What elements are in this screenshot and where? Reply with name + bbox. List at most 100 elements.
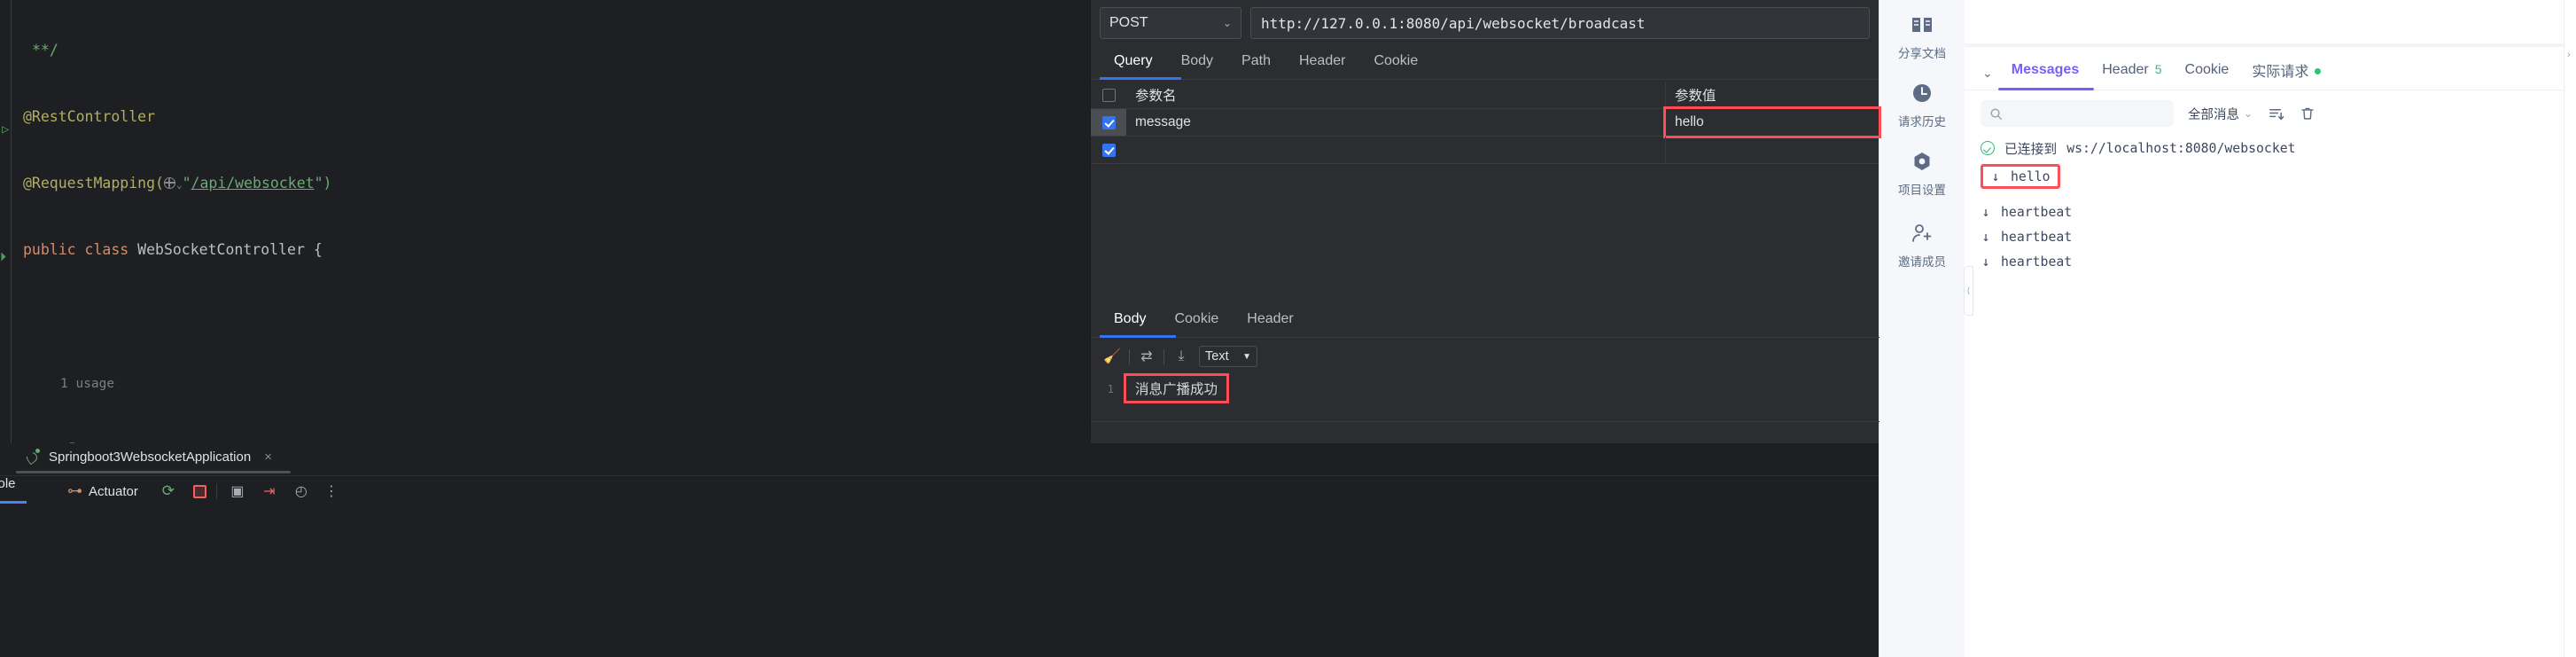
- usage-hint[interactable]: 1 usage: [60, 377, 114, 391]
- column-param-value: 参数值: [1675, 89, 1716, 104]
- table-row[interactable]: [1091, 137, 1879, 164]
- http-method-select[interactable]: POST ⌄: [1100, 7, 1241, 39]
- tab-path[interactable]: Path: [1227, 45, 1285, 79]
- gutter-run-icon-2[interactable]: ⏵: [0, 246, 6, 269]
- request-url-row: POST ⌄ http://127.0.0.1:8080/api/websock…: [1091, 0, 1879, 45]
- message-filter-select[interactable]: 全部消息 ⌄: [2188, 105, 2253, 123]
- tab-header[interactable]: Header: [1285, 45, 1359, 79]
- request-url-input[interactable]: http://127.0.0.1:8080/api/websocket/broa…: [1250, 7, 1870, 39]
- gutter-divider: [11, 0, 12, 443]
- connection-url: ws://localhost:8080/websocket: [2066, 140, 2296, 156]
- run-config-title: Springboot3WebsocketApplication: [49, 449, 252, 465]
- sort-icon[interactable]: [2267, 105, 2284, 122]
- search-icon: [1990, 108, 2002, 120]
- sidebar-item-share-doc[interactable]: 分享文档: [1879, 12, 1965, 61]
- row-checkbox[interactable]: [1101, 115, 1116, 129]
- wrap-lines-icon[interactable]: ⇄: [1136, 347, 1157, 366]
- tab-header[interactable]: Header 5: [2090, 59, 2173, 88]
- panel-collapse-handle[interactable]: ⟨: [1964, 266, 1973, 316]
- response-tab-body[interactable]: Body: [1100, 303, 1160, 337]
- actuator-button[interactable]: ⊶ Actuator: [67, 482, 138, 500]
- code-comment-end: **/: [32, 42, 58, 59]
- tab-cookie[interactable]: Cookie: [2174, 59, 2241, 88]
- table-row[interactable]: message hello: [1091, 106, 1881, 138]
- request-tab-bar: Query Body Path Header Cookie: [1091, 45, 1879, 80]
- tab-messages[interactable]: Messages: [2000, 59, 2091, 88]
- arrow-down-icon: ↓: [1981, 229, 1990, 245]
- right-edge-rail: ›: [2564, 0, 2576, 657]
- sidebar-item-request-history[interactable]: 请求历史: [1879, 81, 1965, 129]
- chevron-right-icon[interactable]: ›: [2567, 50, 2571, 60]
- messages-list: 已连接到 ws://localhost:8080/websocket ↓ hel…: [1965, 132, 2576, 274]
- response-body-toolbar: 🧹 ⇄ ⤓ Text ▼: [1091, 338, 1879, 375]
- save-to-file-icon[interactable]: ⤓: [1171, 347, 1192, 366]
- param-name-cell[interactable]: message: [1126, 109, 1666, 136]
- close-icon[interactable]: ×: [264, 450, 272, 465]
- list-item[interactable]: ↓ heartbeat: [1981, 249, 2560, 274]
- tab-actual-request[interactable]: 实际请求: [2240, 56, 2332, 90]
- select-all-checkbox-cell[interactable]: [1091, 88, 1126, 102]
- clean-icon[interactable]: 🧹: [1101, 347, 1123, 366]
- row-checkbox-cell[interactable]: [1091, 109, 1126, 136]
- tab-underline: [16, 471, 291, 473]
- export-icon[interactable]: ⇥: [259, 481, 280, 501]
- list-item[interactable]: ↓ hello: [1981, 164, 2060, 189]
- sidebar-label-share-doc: 分享文档: [1898, 47, 1946, 60]
- book-icon: [1910, 12, 1934, 37]
- message-text: heartbeat: [2001, 229, 2073, 245]
- check-circle-icon: [1981, 141, 1995, 155]
- tab-body[interactable]: Body: [1167, 45, 1227, 79]
- row-checkbox-cell[interactable]: [1091, 143, 1126, 157]
- profiler-icon[interactable]: ◴: [291, 481, 312, 501]
- response-format-value: Text: [1205, 349, 1229, 364]
- list-item[interactable]: ↓ heartbeat: [1981, 224, 2560, 249]
- response-format-select[interactable]: Text ▼: [1199, 346, 1257, 367]
- response-tab-bar: Body Cookie Header: [1091, 303, 1879, 338]
- console-tab-label[interactable]: sole: [0, 476, 16, 491]
- sidebar-item-project-settings[interactable]: 项目设置: [1879, 149, 1965, 198]
- gutter-run-icon[interactable]: ▷: [2, 119, 9, 141]
- response-body-editor[interactable]: 1 消息广播成功: [1091, 373, 1879, 422]
- more-options-icon[interactable]: ⋮: [321, 481, 342, 501]
- param-name-cell[interactable]: [1126, 137, 1666, 163]
- keyword-public-class: public class: [23, 241, 138, 258]
- clock-icon: [1910, 81, 1934, 106]
- tab-query[interactable]: Query: [1100, 45, 1167, 79]
- spring-boot-icon: [24, 449, 41, 465]
- rerun-icon[interactable]: ⟳: [158, 481, 179, 501]
- response-body-text: 消息广播成功: [1123, 373, 1230, 403]
- trash-icon[interactable]: [2299, 105, 2316, 122]
- query-params-table: 参数名 参数值 message hello: [1091, 82, 1881, 164]
- code-text: **/ @RestController @RequestMapping(⌄"/a…: [23, 0, 844, 443]
- collapse-chevron-icon[interactable]: ⌄: [1981, 66, 2000, 81]
- app-window: ▷ ⏵ **/ @RestController @RequestMapping(…: [0, 0, 2576, 657]
- run-config-tab[interactable]: Springboot3WebsocketApplication ×: [24, 449, 272, 465]
- response-tab-header[interactable]: Header: [1233, 303, 1307, 337]
- response-tab-cookie[interactable]: Cookie: [1160, 303, 1233, 337]
- response-body-line: 1 消息广播成功: [1091, 373, 1879, 403]
- chevron-down-icon[interactable]: ⌄: [176, 179, 183, 191]
- connection-status-row: 已连接到 ws://localhost:8080/websocket: [1981, 136, 2560, 160]
- sidebar-item-invite-member[interactable]: 邀请成员: [1879, 221, 1965, 270]
- sidebar-label-invite-member: 邀请成员: [1898, 255, 1946, 269]
- screenshot-icon[interactable]: ▣: [227, 481, 248, 501]
- arrow-down-icon: ↓: [1981, 254, 1990, 270]
- message-text: heartbeat: [2001, 254, 2073, 270]
- param-value-cell[interactable]: [1666, 137, 1879, 163]
- globe-icon[interactable]: [163, 176, 175, 189]
- tab-cookie[interactable]: Cookie: [1359, 45, 1432, 79]
- row-checkbox[interactable]: [1101, 143, 1116, 157]
- search-input[interactable]: [1981, 100, 2174, 127]
- url-mapping-api-websocket[interactable]: /api/websocket: [191, 175, 315, 192]
- run-tab-bar: Springboot3WebsocketApplication ×: [0, 443, 1879, 476]
- body-divider: [1091, 421, 1879, 422]
- api-client-panel: POST ⌄ http://127.0.0.1:8080/api/websock…: [1090, 0, 1881, 443]
- list-item[interactable]: ↓ heartbeat: [1981, 199, 2560, 224]
- chevron-down-icon: ⌄: [1222, 17, 1232, 29]
- hexagon-settings-icon: [1910, 149, 1934, 174]
- param-value-cell[interactable]: hello: [1663, 106, 1881, 138]
- right-icon-strip: 分享文档 请求历史 项目设置 邀请成员: [1879, 0, 1965, 657]
- response-tab-indicator: [1100, 335, 1176, 338]
- stop-icon[interactable]: [192, 484, 206, 498]
- select-all-checkbox[interactable]: [1101, 88, 1116, 102]
